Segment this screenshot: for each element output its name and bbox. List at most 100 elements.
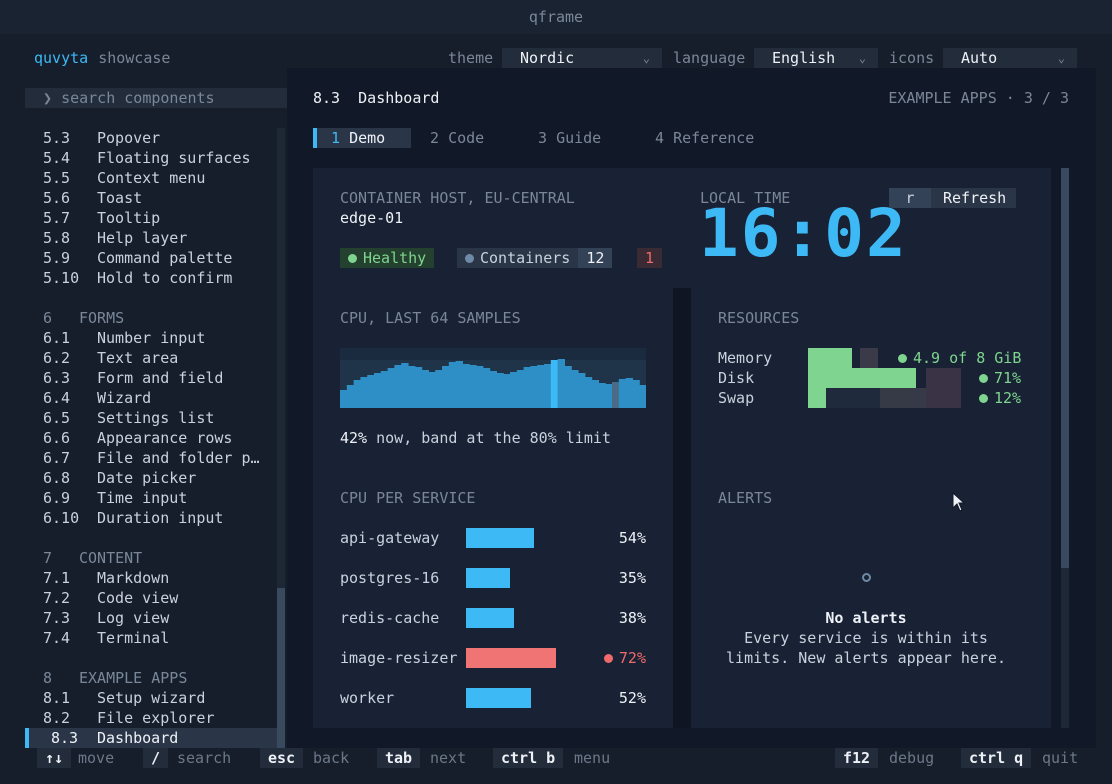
sidebar-item[interactable]: 7.2 Code view — [25, 588, 277, 608]
sparkline-bar — [414, 367, 423, 408]
sidebar-item[interactable]: 5.5 Context menu — [25, 168, 277, 188]
tab-demo[interactable]: 1 Demo — [313, 128, 411, 148]
chevron-down-icon: ⌄ — [642, 51, 650, 65]
sidebar-item[interactable]: 5.7 Tooltip — [25, 208, 277, 228]
sidebar-item[interactable]: 8.2 File explorer — [25, 708, 277, 728]
theme-select-value: Nordic — [520, 49, 575, 67]
chevron-down-icon: ⌄ — [1057, 51, 1065, 65]
sidebar-item[interactable]: 6.5 Settings list — [25, 408, 277, 428]
sidebar-item[interactable]: 5.9 Command palette — [25, 248, 277, 268]
shortcut-label: move — [78, 749, 115, 767]
tab-guide[interactable]: 3 Guide — [520, 128, 601, 148]
sidebar-item[interactable]: 7.4 Terminal — [25, 628, 277, 648]
tab-reference-label: Reference — [673, 129, 755, 147]
sidebar-item-number: 6.7 — [43, 449, 71, 467]
sidebar-item[interactable]: 7.3 Log view — [25, 608, 277, 628]
shortcut-key[interactable]: f12 — [835, 748, 879, 768]
sparkline-bar — [394, 365, 402, 408]
resource-memory-rest — [860, 348, 878, 368]
shortcut-key[interactable]: tab — [377, 748, 421, 768]
sparkline-bar — [462, 364, 470, 408]
resource-disk-value: 71% — [979, 368, 1021, 388]
tab-reference[interactable]: 4 Reference — [637, 128, 754, 148]
sparkline-bar — [387, 368, 395, 408]
disk-dot-icon — [979, 374, 988, 383]
resource-disk-bar — [808, 368, 916, 388]
memory-value-text: 4.9 of 8 GiB — [913, 349, 1022, 367]
sidebar-item[interactable]: 6.3 Form and field — [25, 368, 277, 388]
sparkline-bar — [455, 361, 463, 408]
sidebar-item-number: 5.5 — [43, 169, 71, 187]
sidebar-item[interactable]: 6.7 File and folder p… — [25, 448, 277, 468]
host-caption: CONTAINER HOST, EU-CENTRAL — [340, 189, 575, 207]
sidebar-item-number: 7.2 — [43, 589, 71, 607]
sidebar-item-label: Hold to confirm — [97, 269, 233, 287]
refresh-button[interactable]: r Refresh — [889, 188, 1017, 208]
sparkline-bar — [544, 364, 552, 408]
resource-swap-track — [826, 388, 880, 408]
sidebar-item[interactable]: 6.8 Date picker — [25, 468, 277, 488]
sparkline-bar — [612, 382, 620, 408]
sidebar-item[interactable]: 6.6 Appearance rows — [25, 428, 277, 448]
sparkline-bar — [346, 385, 355, 408]
sidebar-item[interactable]: 6.4 Wizard — [25, 388, 277, 408]
sidebar-item-number: 7 — [43, 549, 53, 567]
sidebar-item-label: Toast — [97, 189, 143, 207]
shortcut-key[interactable]: ctrl b — [493, 748, 564, 768]
icons-select[interactable]: Auto ⌄ — [943, 48, 1077, 68]
sidebar-item-label: File explorer — [97, 709, 215, 727]
shortcut-key[interactable]: ctrl q — [961, 748, 1032, 768]
sidebar-item[interactable]: 8.1 Setup wizard — [25, 688, 277, 708]
sidebar-item[interactable]: 6.2 Text area — [25, 348, 277, 368]
sidebar-item[interactable]: 5.4 Floating surfaces — [25, 148, 277, 168]
sidebar-item-number: 5.4 — [43, 149, 71, 167]
main-scrollbar-thumb[interactable] — [1061, 168, 1069, 568]
sidebar-item[interactable]: 5.3 Popover — [25, 128, 277, 148]
sidebar-item[interactable]: 6.10 Duration input — [25, 508, 277, 528]
sidebar-item[interactable]: 5.6 Toast — [25, 188, 277, 208]
icons-label: icons — [889, 49, 935, 67]
shortcut-label: debug — [889, 749, 935, 767]
swap-dot-icon — [979, 394, 988, 403]
service-cpu-percent: 35% — [566, 568, 646, 588]
sparkline-bar — [496, 373, 504, 408]
services-caption: CPU PER SERVICE — [340, 489, 476, 507]
sidebar-item[interactable]: 6.1 Number input — [25, 328, 277, 348]
sidebar-item-label: Tooltip — [97, 209, 161, 227]
sidebar-item[interactable]: 5.8 Help layer — [25, 228, 277, 248]
sparkline-bar — [632, 380, 640, 408]
sparkline-bar — [469, 365, 477, 408]
shortcut-key[interactable]: / — [143, 748, 169, 768]
sparkline-bar — [367, 375, 375, 408]
service-cpu-percent-text: 35% — [618, 569, 646, 587]
service-cpu-percent: 52% — [566, 688, 646, 708]
resource-memory-value: 4.9 of 8 GiB — [898, 348, 1021, 368]
sparkline-bar — [591, 380, 599, 408]
shortcut-key[interactable]: ↑↓ — [37, 748, 72, 768]
sparkline-bar — [564, 366, 572, 408]
top-section-spacer — [313, 268, 1051, 288]
tab-reference-number: 4 — [655, 129, 665, 147]
sidebar-item-label: Context menu — [97, 169, 206, 187]
language-select[interactable]: English ⌄ — [754, 48, 878, 68]
theme-select[interactable]: Nordic ⌄ — [502, 48, 662, 68]
resource-disk-label: Disk — [718, 369, 755, 387]
tab-code[interactable]: 2 Code — [412, 128, 484, 148]
sparkline-bar — [408, 366, 416, 408]
search-input[interactable]: ❯ search components — [25, 88, 287, 108]
alerts-empty-title: No alerts — [825, 609, 907, 627]
sidebar-item[interactable]: 8.3 Dashboard — [25, 728, 277, 748]
service-name: postgres-16 — [340, 569, 440, 587]
sidebar-item-number: 6.9 — [43, 489, 71, 507]
sidebar-item[interactable]: 7.1 Markdown — [25, 568, 277, 588]
alerts-caption: ALERTS — [718, 489, 773, 507]
sparkline-bar — [489, 371, 497, 408]
sidebar-item[interactable]: 5.10 Hold to confirm — [25, 268, 277, 288]
shortcut-label: quit — [1042, 749, 1079, 767]
sidebar-scrollbar-thumb[interactable] — [277, 588, 285, 748]
shortcut-key[interactable]: esc — [260, 748, 304, 768]
sidebar-item[interactable]: 6.9 Time input — [25, 488, 277, 508]
